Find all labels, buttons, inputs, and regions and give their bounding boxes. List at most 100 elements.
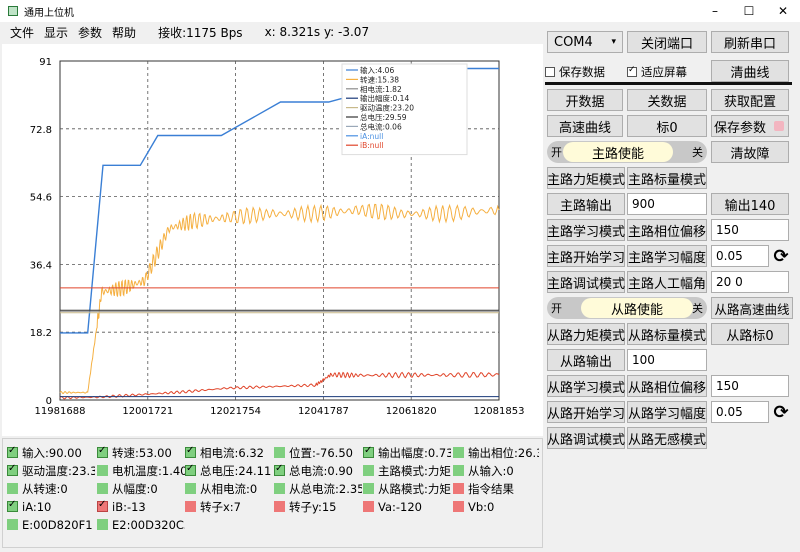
channel-checkbox[interactable]: 从输入:0: [453, 463, 539, 478]
channel-checkbox[interactable]: 转子y:15: [274, 499, 362, 514]
channel-checkbox[interactable]: E:00D820F1: [7, 517, 95, 532]
mark0-button[interactable]: 标0: [627, 115, 707, 137]
port-value: COM4: [554, 34, 593, 50]
channel-panel: 输入:90.00 转速:53.00 相电流:6.32 位置:-76.50 输出幅度:0.…: [2, 438, 543, 548]
slave-output-input[interactable]: 100: [627, 349, 707, 371]
menu-params[interactable]: 参数: [78, 24, 102, 41]
channel-label: 相电流:6.32: [200, 445, 264, 460]
main-manual-angle-input[interactable]: 20 0: [711, 271, 789, 293]
slave-learn-amp-input[interactable]: 0.05: [711, 401, 769, 423]
get-config-button[interactable]: 获取配置: [711, 89, 789, 111]
main-manual-angle-button[interactable]: 主路人工幅角: [627, 271, 707, 293]
slave-debug-mode-button[interactable]: 从路调试模式: [547, 427, 625, 449]
main-debug-mode-button[interactable]: 主路调试模式: [547, 271, 625, 293]
slave-scalar-mode-button[interactable]: 从路标量模式: [627, 323, 707, 345]
legend-label: 输入:4.06: [360, 65, 394, 75]
main-learn-mode-button[interactable]: 主路学习模式: [547, 219, 625, 241]
save-data-checkbox[interactable]: 保存数据: [545, 64, 605, 80]
hs-curve-button[interactable]: 高速曲线: [547, 115, 623, 137]
channel-checkbox[interactable]: 主路模式:力矩: [363, 463, 451, 478]
channel-checkbox[interactable]: iA:10: [7, 499, 95, 514]
channel-checkbox[interactable]: 从总电流:2.35: [274, 481, 362, 496]
channel-checkbox[interactable]: E2:00D320C3: [97, 517, 185, 532]
open-data-button[interactable]: 开数据: [547, 89, 623, 111]
slave-mark0-button[interactable]: 从路标0: [711, 323, 789, 345]
slave-torque-mode-button[interactable]: 从路力矩模式: [547, 323, 625, 345]
channel-label: Vb:0: [468, 499, 495, 514]
slave-learn-mode-button[interactable]: 从路学习模式: [547, 375, 625, 397]
channel-label: 转子x:7: [200, 499, 241, 514]
line-chart[interactable]: 11981688 12001721 12021754 12041787 12061820…: [2, 44, 543, 436]
close-window-button[interactable]: ✕: [766, 0, 800, 22]
legend-label: 转速:15.38: [360, 74, 399, 84]
maximize-button[interactable]: ☐: [732, 0, 766, 22]
main-scalar-mode-button[interactable]: 主路标量模式: [627, 167, 707, 189]
channel-checkbox[interactable]: 输入:90.00: [7, 445, 95, 460]
legend-label: iB:null: [360, 141, 383, 150]
channel-label: Va:-120: [378, 499, 422, 514]
channel-checkbox[interactable]: 输出相位:26.3: [453, 445, 539, 460]
channel-checkbox[interactable]: 从相电流:0: [185, 481, 273, 496]
menu-bar: 文件 显示 参数 帮助 接收:1175 Bps x: 8.321s y: -3.…: [0, 22, 545, 42]
channel-label: 从相电流:0: [200, 481, 258, 496]
menu-help[interactable]: 帮助: [112, 24, 136, 41]
channel-checkbox[interactable]: 转速:53.00: [97, 445, 185, 460]
channel-checkbox[interactable]: Va:-120: [363, 499, 451, 514]
refresh-icon[interactable]: ⟳: [771, 402, 791, 423]
channel-checkbox[interactable]: 相电流:6.32: [185, 445, 273, 460]
main-enable-toggle[interactable]: 开 关 主路使能: [547, 141, 707, 163]
slave-start-learn-button[interactable]: 从路开始学习: [547, 401, 625, 423]
menu-view[interactable]: 显示: [44, 24, 68, 41]
channel-checkbox[interactable]: 电机温度:1.40: [97, 463, 185, 478]
y-tick-label: 54.6: [30, 193, 52, 204]
menu-file[interactable]: 文件: [10, 24, 34, 41]
channel-checkbox[interactable]: 从路模式:力矩: [363, 481, 451, 496]
slave-enable-toggle[interactable]: 开 关 从路使能: [547, 297, 707, 319]
slave-phase-offset-input[interactable]: 150: [711, 375, 789, 397]
channel-checkbox[interactable]: Vb:0: [453, 499, 539, 514]
checkbox-box: [7, 463, 18, 476]
clear-fault-button[interactable]: 清故障: [711, 141, 789, 163]
minimize-button[interactable]: –: [698, 0, 732, 22]
toggle-on-label: 开: [551, 302, 562, 315]
channel-checkbox[interactable]: 驱动温度:23.3: [7, 463, 95, 478]
channel-checkbox[interactable]: iB:-13: [97, 499, 185, 514]
checkbox-box: [274, 501, 285, 512]
x-tick-label: 12001721: [122, 406, 173, 417]
main-output-button[interactable]: 主路输出: [547, 193, 625, 215]
port-select[interactable]: COM4 ▾: [547, 31, 623, 53]
slave-learn-amp-button[interactable]: 从路学习幅度: [627, 401, 707, 423]
channel-checkbox[interactable]: 总电流:0.90: [274, 463, 362, 478]
output140-button[interactable]: 输出140: [711, 193, 789, 215]
main-start-learn-button[interactable]: 主路开始学习: [547, 245, 625, 267]
clear-curve-button[interactable]: 清曲线: [711, 60, 789, 82]
main-phase-offset-button[interactable]: 主路相位偏移: [627, 219, 707, 241]
slave-sensorless-mode-button[interactable]: 从路无感模式: [627, 427, 707, 449]
main-phase-offset-input[interactable]: 150: [711, 219, 789, 241]
main-torque-mode-button[interactable]: 主路力矩模式: [547, 167, 625, 189]
channel-checkbox[interactable]: 从转速:0: [7, 481, 95, 496]
app-icon: [8, 6, 18, 16]
slave-hs-curve-button[interactable]: 从路高速曲线: [711, 297, 793, 319]
y-tick-label: 91: [39, 57, 52, 68]
channel-label: 从总电流:2.35: [289, 481, 362, 496]
channel-checkbox[interactable]: 位置:-76.50: [274, 445, 362, 460]
channel-checkbox[interactable]: 指令结果: [453, 481, 539, 496]
checkbox-box: [97, 445, 108, 458]
x-tick-label: 12041787: [298, 406, 349, 417]
channel-checkbox[interactable]: 总电压:24.11: [185, 463, 273, 478]
refresh-port-button[interactable]: 刷新串口: [711, 31, 789, 53]
main-output-input[interactable]: 900: [627, 193, 707, 215]
channel-checkbox[interactable]: 从幅度:0: [97, 481, 185, 496]
main-learn-amp-button[interactable]: 主路学习幅度: [627, 245, 707, 267]
close-port-button[interactable]: 关闭端口: [627, 31, 707, 53]
main-learn-amp-input[interactable]: 0.05: [711, 245, 769, 267]
refresh-icon[interactable]: ⟳: [771, 246, 791, 267]
fit-screen-checkbox[interactable]: 适应屏幕: [627, 64, 687, 80]
channel-checkbox[interactable]: 输出幅度:0.73: [363, 445, 451, 460]
slave-output-button[interactable]: 从路输出: [547, 349, 625, 371]
plot-area[interactable]: 11981688 12001721 12021754 12041787 12061820…: [2, 44, 543, 436]
close-data-button[interactable]: 关数据: [627, 89, 707, 111]
channel-checkbox[interactable]: 转子x:7: [185, 499, 273, 514]
slave-phase-offset-button[interactable]: 从路相位偏移: [627, 375, 707, 397]
